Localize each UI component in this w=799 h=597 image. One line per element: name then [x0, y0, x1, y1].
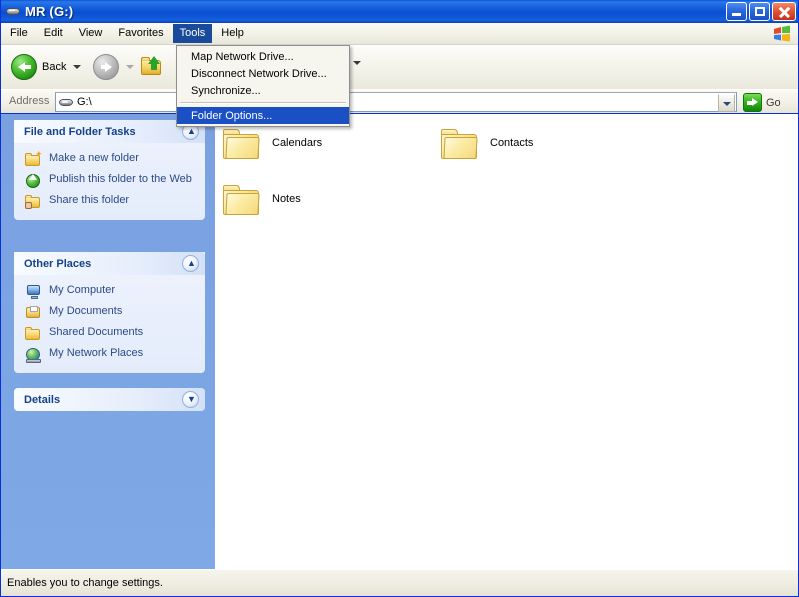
panel-file-and-folder-tasks: File and Folder Tasks ▲ ✦ Make a new fol…	[14, 120, 205, 220]
panel-title: Other Places	[24, 257, 92, 270]
folder-icon	[222, 127, 262, 160]
panel-details: Details ▼	[14, 388, 205, 411]
file-item-contacts[interactable]: Contacts	[440, 123, 533, 163]
sidebar-item-label: My Documents	[49, 305, 123, 317]
file-item-label: Contacts	[490, 137, 534, 149]
share-folder-icon	[25, 193, 43, 210]
address-value: G:\	[77, 96, 92, 108]
window-title: MR (G:)	[25, 4, 74, 19]
file-item-calendars[interactable]: Calendars	[222, 123, 322, 163]
folder-icon	[440, 127, 480, 160]
sidebar-item-label: My Computer	[49, 284, 116, 296]
menu-help[interactable]: Help	[214, 24, 251, 43]
back-arrow-icon	[11, 54, 37, 80]
menu-file[interactable]: File	[3, 24, 35, 43]
menu-tools[interactable]: Tools	[172, 24, 213, 43]
shared-folder-icon	[25, 325, 43, 342]
close-button[interactable]	[772, 2, 796, 21]
address-bar: Address G:\ Go	[1, 89, 798, 113]
menu-item-folder-options[interactable]: Folder Options...	[177, 107, 349, 124]
menu-separator	[180, 102, 346, 104]
new-folder-icon: ✦	[25, 150, 43, 168]
drive-icon	[58, 94, 74, 110]
panel-other-places: Other Places ▲ My Computer My Documents …	[14, 252, 205, 373]
back-dropdown-icon[interactable]	[73, 65, 82, 69]
windows-flag-icon	[774, 25, 790, 42]
file-item-notes[interactable]: Notes	[222, 179, 301, 219]
panel-title: File and Folder Tasks	[24, 125, 136, 138]
menu-view[interactable]: View	[72, 24, 110, 43]
explorer-window: MR (G:) File Edit View Favorites Tools H…	[0, 0, 799, 597]
minimize-button[interactable]	[726, 2, 747, 21]
panel-body: My Computer My Documents Shared Document…	[14, 275, 205, 373]
chevron-up-icon[interactable]: ▲	[182, 255, 199, 272]
sidebar-item-make-new-folder[interactable]: ✦ Make a new folder	[14, 149, 205, 170]
file-item-label: Notes	[272, 193, 301, 205]
sidebar-item-label: Make a new folder	[49, 152, 139, 164]
address-input[interactable]: G:\	[55, 92, 737, 112]
sidebar-item-my-network-places[interactable]: My Network Places	[14, 344, 205, 365]
task-sidebar: File and Folder Tasks ▲ ✦ Make a new fol…	[1, 114, 215, 569]
menu-favorites[interactable]: Favorites	[111, 24, 170, 43]
sidebar-item-my-documents[interactable]: My Documents	[14, 302, 205, 323]
address-label: Address	[9, 95, 50, 107]
drive-icon	[5, 4, 21, 20]
sidebar-item-label: Shared Documents	[49, 326, 144, 338]
go-button[interactable]: Go	[743, 93, 781, 112]
computer-icon	[25, 283, 43, 300]
sidebar-item-label: Share this folder	[49, 194, 130, 206]
status-bar: Enables you to change settings.	[1, 569, 798, 596]
forward-button	[93, 53, 134, 81]
menu-edit[interactable]: Edit	[37, 24, 70, 43]
up-button[interactable]	[139, 54, 165, 80]
folder-icon	[222, 183, 262, 216]
forward-dropdown-icon	[126, 65, 134, 69]
go-label: Go	[766, 96, 781, 109]
sidebar-item-publish-to-web[interactable]: Publish this folder to the Web	[14, 170, 205, 191]
sidebar-item-label: Publish this folder to the Web	[49, 173, 192, 185]
chevron-down-icon[interactable]: ▼	[182, 391, 199, 408]
title-bar: MR (G:)	[0, 0, 799, 23]
sidebar-item-share-folder[interactable]: Share this folder	[14, 191, 205, 212]
address-dropdown-button[interactable]	[718, 94, 735, 112]
toolbar-overflow-icon[interactable]	[353, 61, 361, 65]
sidebar-item-label: My Network Places	[49, 347, 144, 359]
file-item-label: Calendars	[272, 137, 323, 149]
menu-item-disconnect-network-drive[interactable]: Disconnect Network Drive...	[177, 65, 349, 82]
navigation-toolbar: Back	[1, 45, 798, 89]
file-list-area[interactable]: Calendars Contacts Notes	[215, 114, 798, 569]
documents-icon	[25, 304, 43, 321]
network-places-icon	[25, 346, 43, 363]
publish-web-icon	[25, 172, 43, 189]
maximize-button[interactable]	[749, 2, 770, 21]
panel-title: Details	[24, 393, 61, 406]
menu-item-synchronize[interactable]: Synchronize...	[177, 82, 349, 99]
menu-bar: File Edit View Favorites Tools Help	[1, 23, 798, 45]
panel-header[interactable]: Details ▼	[14, 388, 205, 411]
menu-item-map-network-drive[interactable]: Map Network Drive...	[177, 48, 349, 65]
back-label: Back	[42, 61, 67, 73]
sidebar-item-shared-documents[interactable]: Shared Documents	[14, 323, 205, 344]
go-arrow-icon	[743, 93, 762, 112]
back-button[interactable]: Back	[11, 53, 82, 81]
panel-header[interactable]: Other Places ▲	[14, 252, 205, 275]
forward-arrow-icon	[93, 54, 119, 80]
sidebar-item-my-computer[interactable]: My Computer	[14, 281, 205, 302]
panel-body: ✦ Make a new folder Publish this folder …	[14, 143, 205, 220]
tools-dropdown-menu: Map Network Drive... Disconnect Network …	[176, 45, 350, 127]
window-controls	[726, 2, 796, 21]
status-text: Enables you to change settings.	[7, 577, 163, 589]
